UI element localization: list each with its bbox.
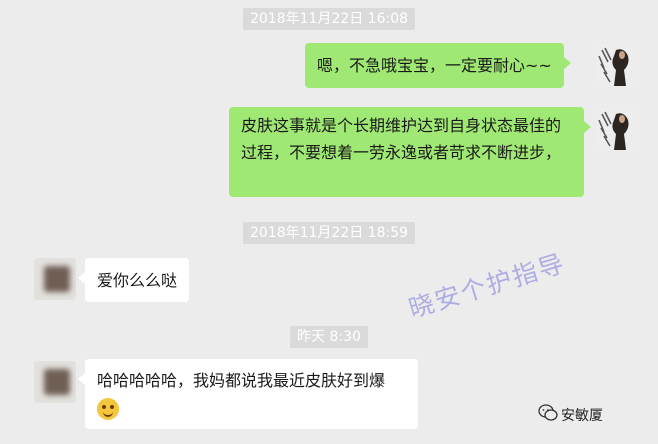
contact-message-bubble[interactable]: 爱你么么哒 [77,258,190,302]
brand-name: 安敏厦 [561,408,603,424]
contact-avatar[interactable] [34,361,76,403]
my-avatar[interactable] [596,108,638,150]
my-message-bubble[interactable]: 嗯，不急哦宝宝，一定要耐心~~ [305,43,571,88]
my-avatar[interactable] [596,44,638,86]
message-text: 皮肤这事就是个长期维护达到自身状态最佳的过程，不要想着一劳永逸或者苛求不断进步， [241,116,562,162]
message-text: 爱你么么哒 [97,271,178,290]
contact-avatar[interactable] [34,258,76,300]
avatar-image [596,44,638,86]
grinning-face-icon [97,397,119,420]
timestamp: 2018年11月22日 16:08 [242,8,416,30]
watermark: 晓安个护指导 [405,248,569,324]
wechat-icon [538,404,558,421]
contact-message-bubble[interactable]: 哈哈哈哈哈，我妈都说我最近皮肤好到爆 [78,359,418,429]
my-message-bubble[interactable]: 皮肤这事就是个长期维护达到自身状态最佳的过程，不要想着一劳永逸或者苛求不断进步， [229,107,591,197]
message-text: 嗯，不急哦宝宝，一定要耐心~~ [317,56,552,75]
avatar-image [596,108,638,150]
timestamp: 昨天 8:30 [290,326,368,348]
message-text: 哈哈哈哈哈，我妈都说我最近皮肤好到爆 [97,371,386,390]
timestamp: 2018年11月22日 18:59 [242,222,416,244]
